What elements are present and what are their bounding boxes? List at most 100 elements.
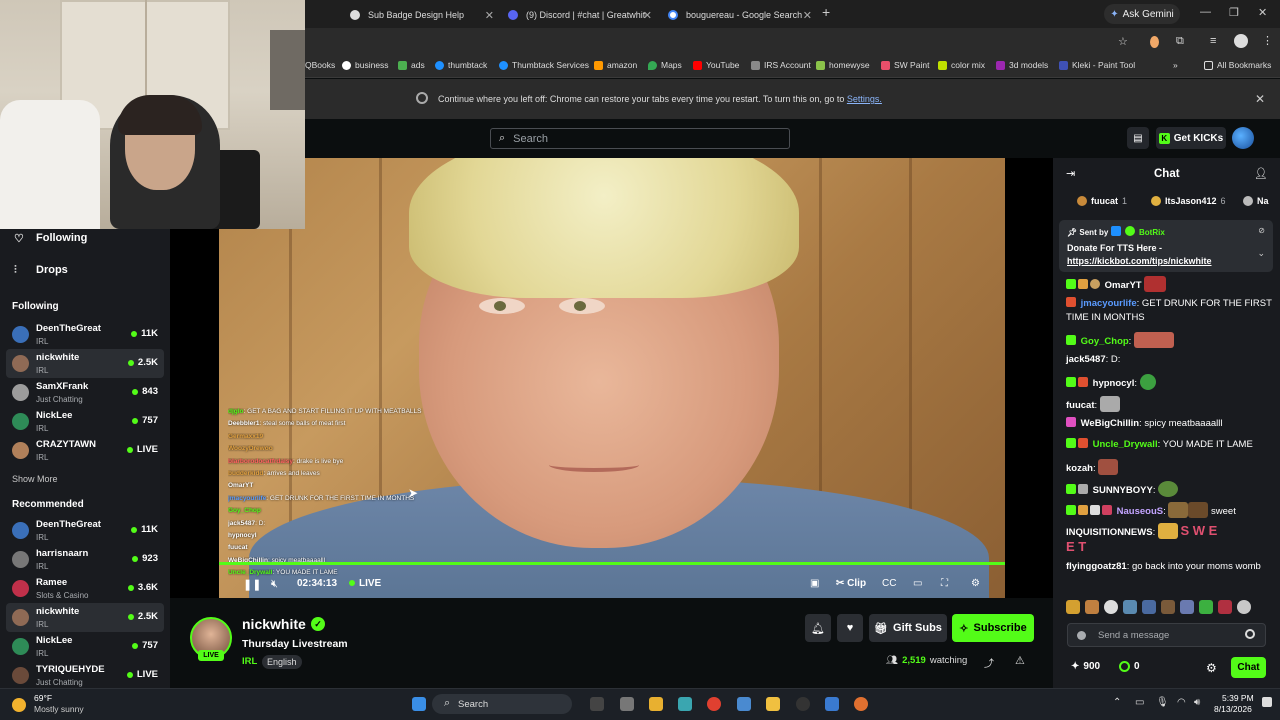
all-bookmarks-button[interactable]: All Bookmarks xyxy=(1204,60,1271,70)
chat-input[interactable]: Send a message xyxy=(1067,623,1266,647)
chat-username[interactable]: hypnocyl xyxy=(1093,378,1135,389)
windows-start-icon[interactable] xyxy=(412,697,426,711)
bookmark-item[interactable]: Kleki - Paint Tool xyxy=(1059,60,1135,70)
bookmark-item[interactable]: SW Paint xyxy=(881,60,929,70)
new-tab-button[interactable]: + xyxy=(822,4,830,20)
channel-item[interactable]: SamXFrank Just Chatting 843 xyxy=(6,378,164,407)
layout-icon[interactable]: ▤ xyxy=(1127,127,1149,149)
bookmark-item[interactable]: business xyxy=(342,60,389,70)
chat-username[interactable]: SUNNYBOYY xyxy=(1093,485,1153,496)
emote-button[interactable] xyxy=(1218,600,1232,614)
channel-item[interactable]: DeenTheGreat IRL 11K xyxy=(6,516,164,545)
channel-points[interactable]: ✦ 900 xyxy=(1071,661,1100,672)
weather-desc[interactable]: Mostly sunny xyxy=(34,704,84,714)
send-chat-button[interactable]: Chat xyxy=(1231,657,1266,678)
firefox-icon[interactable] xyxy=(854,697,868,711)
share-icon[interactable]: ⤴ xyxy=(984,655,994,670)
theater-icon[interactable]: ▣ xyxy=(810,578,819,589)
app-icon[interactable] xyxy=(796,697,810,711)
notification-bell-icon[interactable]: 🔔︎ xyxy=(805,614,831,642)
app-icon[interactable] xyxy=(737,697,751,711)
tray-app-icon[interactable]: ▭ xyxy=(1135,697,1144,708)
chat-username[interactable]: flyinggoatz81 xyxy=(1066,561,1127,572)
bookmark-item[interactable]: 3d models xyxy=(996,60,1048,70)
miniplayer-icon[interactable]: ▭ xyxy=(913,578,922,589)
chat-settings-icon[interactable]: ⚙ xyxy=(1206,661,1217,675)
bookmark-item[interactable]: Maps xyxy=(648,60,682,70)
close-icon[interactable]: ✕ xyxy=(485,9,494,22)
report-icon[interactable]: ⚠ xyxy=(1015,654,1025,667)
taskbar-search[interactable]: Search xyxy=(432,694,572,714)
follow-heart-icon[interactable]: ♥ xyxy=(837,614,863,642)
emote-button[interactable] xyxy=(1237,600,1251,614)
star-icon[interactable]: ☆ xyxy=(1118,35,1128,48)
menu-icon[interactable]: ⋮ xyxy=(1262,34,1273,47)
profile-icon[interactable] xyxy=(1234,34,1248,48)
emote-button[interactable] xyxy=(1180,600,1194,614)
channel-item[interactable]: DeenTheGreat IRL 11K xyxy=(6,320,164,349)
bookmark-item[interactable]: YouTube xyxy=(693,60,739,70)
settings-link[interactable]: Settings. xyxy=(847,94,882,104)
volume-icon[interactable]: 🔊︎ xyxy=(1194,697,1200,708)
progress-bar[interactable] xyxy=(219,562,1005,565)
user-avatar[interactable] xyxy=(1232,127,1254,149)
emote-button[interactable] xyxy=(1085,600,1099,614)
leaderboard-item[interactable]: Na xyxy=(1243,196,1269,206)
chat-username[interactable]: fuucat xyxy=(1066,400,1095,411)
restore-window-icon[interactable]: ❐ xyxy=(1229,6,1239,19)
fullscreen-icon[interactable]: ⛶ xyxy=(941,578,948,589)
bookmark-item[interactable]: QBooks xyxy=(305,60,335,70)
unpin-icon[interactable]: ⊘ xyxy=(1258,226,1265,235)
close-icon[interactable]: ✕ xyxy=(643,9,652,22)
emote-button[interactable] xyxy=(1104,600,1118,614)
streamer-name[interactable]: nickwhite xyxy=(242,616,306,632)
emote-button[interactable] xyxy=(1066,600,1080,614)
file-explorer-icon[interactable] xyxy=(649,697,663,711)
chat-username[interactable]: jmacyourlife xyxy=(1081,298,1137,309)
app-icon[interactable] xyxy=(825,697,839,711)
channel-item[interactable]: NickLee IRL 757 xyxy=(6,407,164,436)
channel-item[interactable]: Ramee Slots & Casino 3.6K xyxy=(6,574,164,603)
bookmark-item[interactable]: IRS Account xyxy=(751,60,811,70)
chat-username[interactable]: OmarYT xyxy=(1105,280,1142,291)
media-icon[interactable]: ≡ xyxy=(1210,35,1216,47)
tab-discord[interactable]: (9) Discord | #chat | Greatwhite ✕ xyxy=(500,4,658,26)
chat-username[interactable]: jack5487 xyxy=(1066,354,1106,365)
bookmark-item[interactable]: ads xyxy=(398,60,425,70)
chat-users-icon[interactable]: 👤︎ xyxy=(1254,167,1268,180)
app-icon[interactable] xyxy=(678,697,692,711)
sidebar-item-drops[interactable]: ⫶ Drops xyxy=(14,264,68,276)
mute-icon[interactable]: 🔇︎ xyxy=(271,578,278,591)
bookmark-item[interactable]: color mix xyxy=(938,60,985,70)
extensions-puzzle-icon[interactable]: ⧉ xyxy=(1176,35,1184,48)
clock-time[interactable]: 5:39 PM xyxy=(1222,693,1254,703)
category-link[interactable]: IRL xyxy=(242,656,257,667)
extension-icon[interactable] xyxy=(1150,36,1159,48)
bookmarks-overflow-button[interactable]: » xyxy=(1173,60,1178,70)
app-icon[interactable] xyxy=(766,697,780,711)
chat-identity-icon[interactable] xyxy=(1077,631,1086,640)
chat-username[interactable]: Uncle_Drywall xyxy=(1093,439,1158,450)
bookmark-item[interactable]: amazon xyxy=(594,60,637,70)
wifi-icon[interactable]: ◠ xyxy=(1177,697,1186,708)
emoji-picker-icon[interactable] xyxy=(1245,629,1255,639)
tab-google[interactable]: bouguereau - Google Search ✕ xyxy=(660,4,818,26)
chat-username[interactable]: INQUISITIONNEWS xyxy=(1066,527,1153,538)
chat-username[interactable]: Goy_Chop xyxy=(1081,336,1129,347)
search-input[interactable]: ⌕ Search xyxy=(490,128,790,149)
close-icon[interactable]: ✕ xyxy=(803,9,812,22)
notepad-icon[interactable] xyxy=(620,697,634,711)
get-kicks-button[interactable]: K Get KICKs xyxy=(1156,127,1226,149)
chevron-down-icon[interactable]: ⌄ xyxy=(1257,248,1265,259)
channel-item[interactable]: nickwhite IRL 2.5K xyxy=(6,603,164,632)
tray-chevron-icon[interactable]: ⌃ xyxy=(1113,697,1121,708)
live-indicator[interactable]: LIVE xyxy=(349,578,381,589)
leaderboard-item[interactable]: fuucat 1 xyxy=(1077,196,1127,206)
chrome-taskbar-icon[interactable] xyxy=(707,697,721,711)
ask-gemini-button[interactable]: ✦ Ask Gemini xyxy=(1104,4,1180,24)
subscribe-button[interactable]: ✧ Subscribe xyxy=(952,614,1034,642)
bookmark-item[interactable]: Thumbtack Services xyxy=(499,60,589,70)
emote-button[interactable] xyxy=(1142,600,1156,614)
bookmark-item[interactable]: homewyse xyxy=(816,60,870,70)
settings-gear-icon[interactable]: ⚙ xyxy=(971,578,980,589)
